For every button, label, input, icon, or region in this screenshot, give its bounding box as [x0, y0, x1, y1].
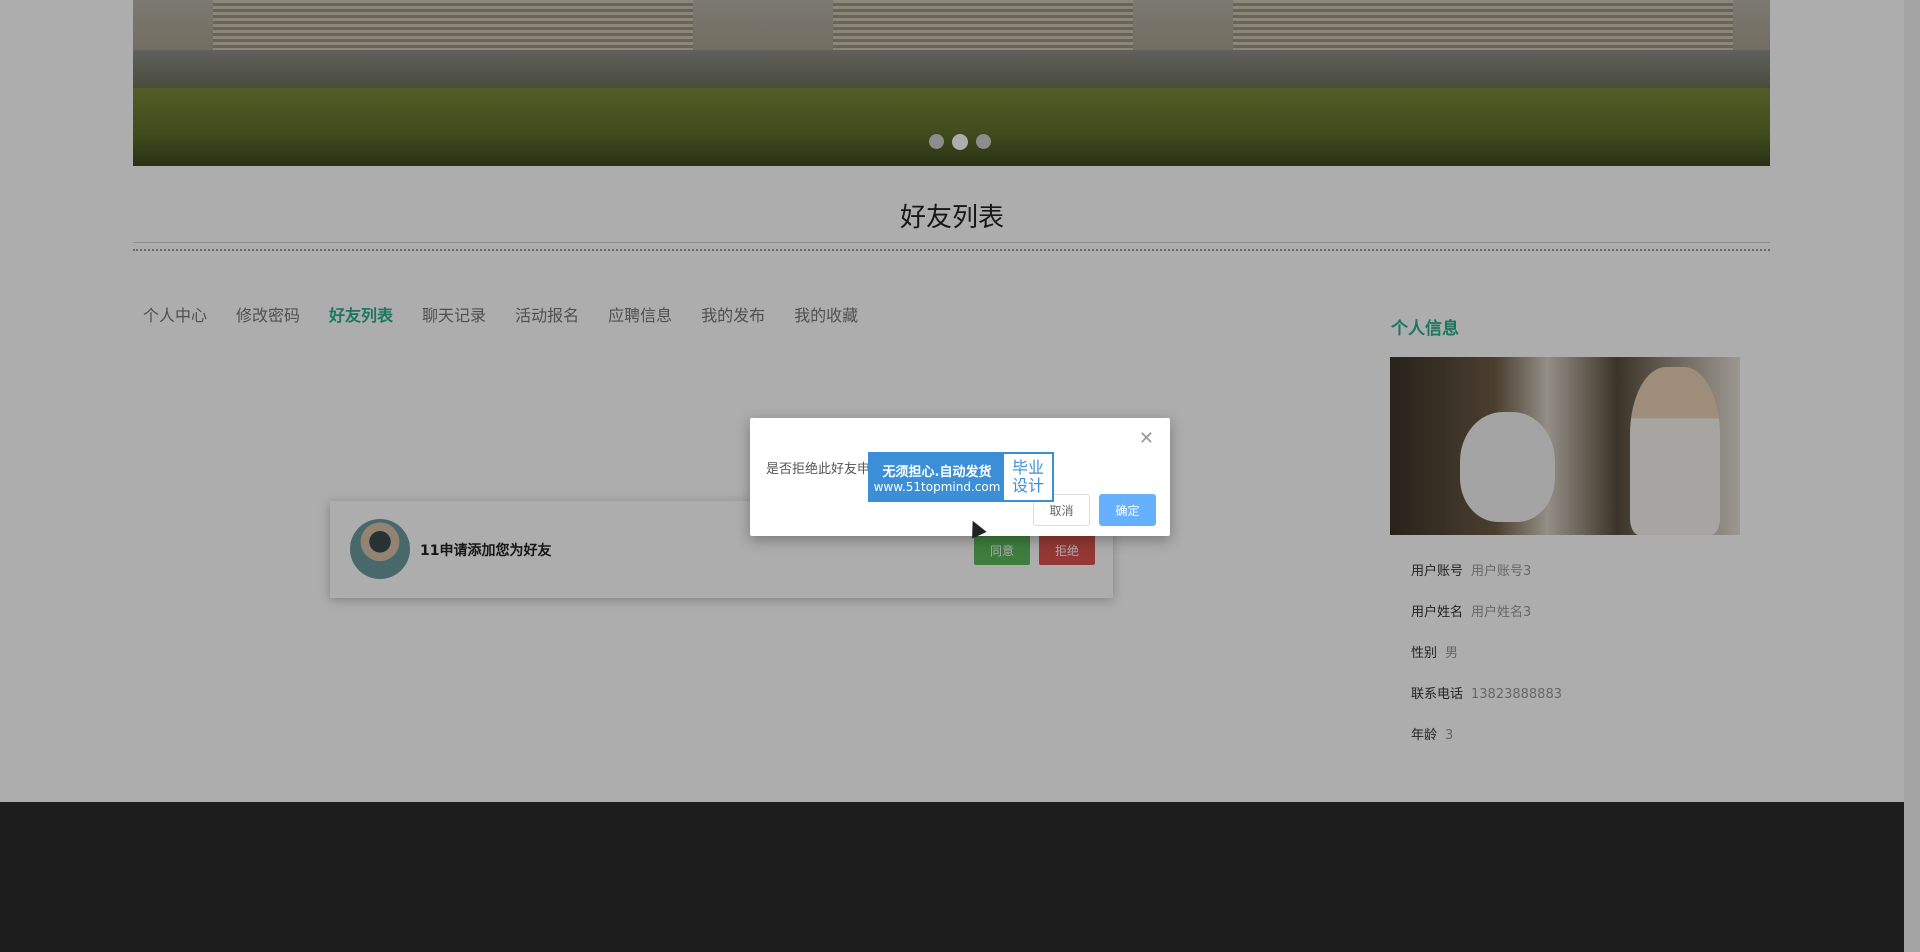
watermark-right2: 设计	[1011, 476, 1044, 495]
watermark-right: 毕业 设计	[1004, 454, 1052, 500]
watermark-right1: 毕业	[1011, 458, 1044, 477]
dialog-message: 是否拒绝此好友申请	[766, 462, 884, 477]
confirm-button[interactable]: 确定	[1099, 494, 1156, 526]
watermark-left: 无须担心.自动发货 www.51topmind.com	[870, 454, 1004, 500]
watermark-line1: 无须担心.自动发货	[882, 464, 992, 480]
watermark-badge: 无须担心.自动发货 www.51topmind.com 毕业 设计	[868, 452, 1054, 502]
close-icon[interactable]: ✕	[1139, 430, 1154, 448]
watermark-line2: www.51topmind.com	[873, 479, 1001, 494]
